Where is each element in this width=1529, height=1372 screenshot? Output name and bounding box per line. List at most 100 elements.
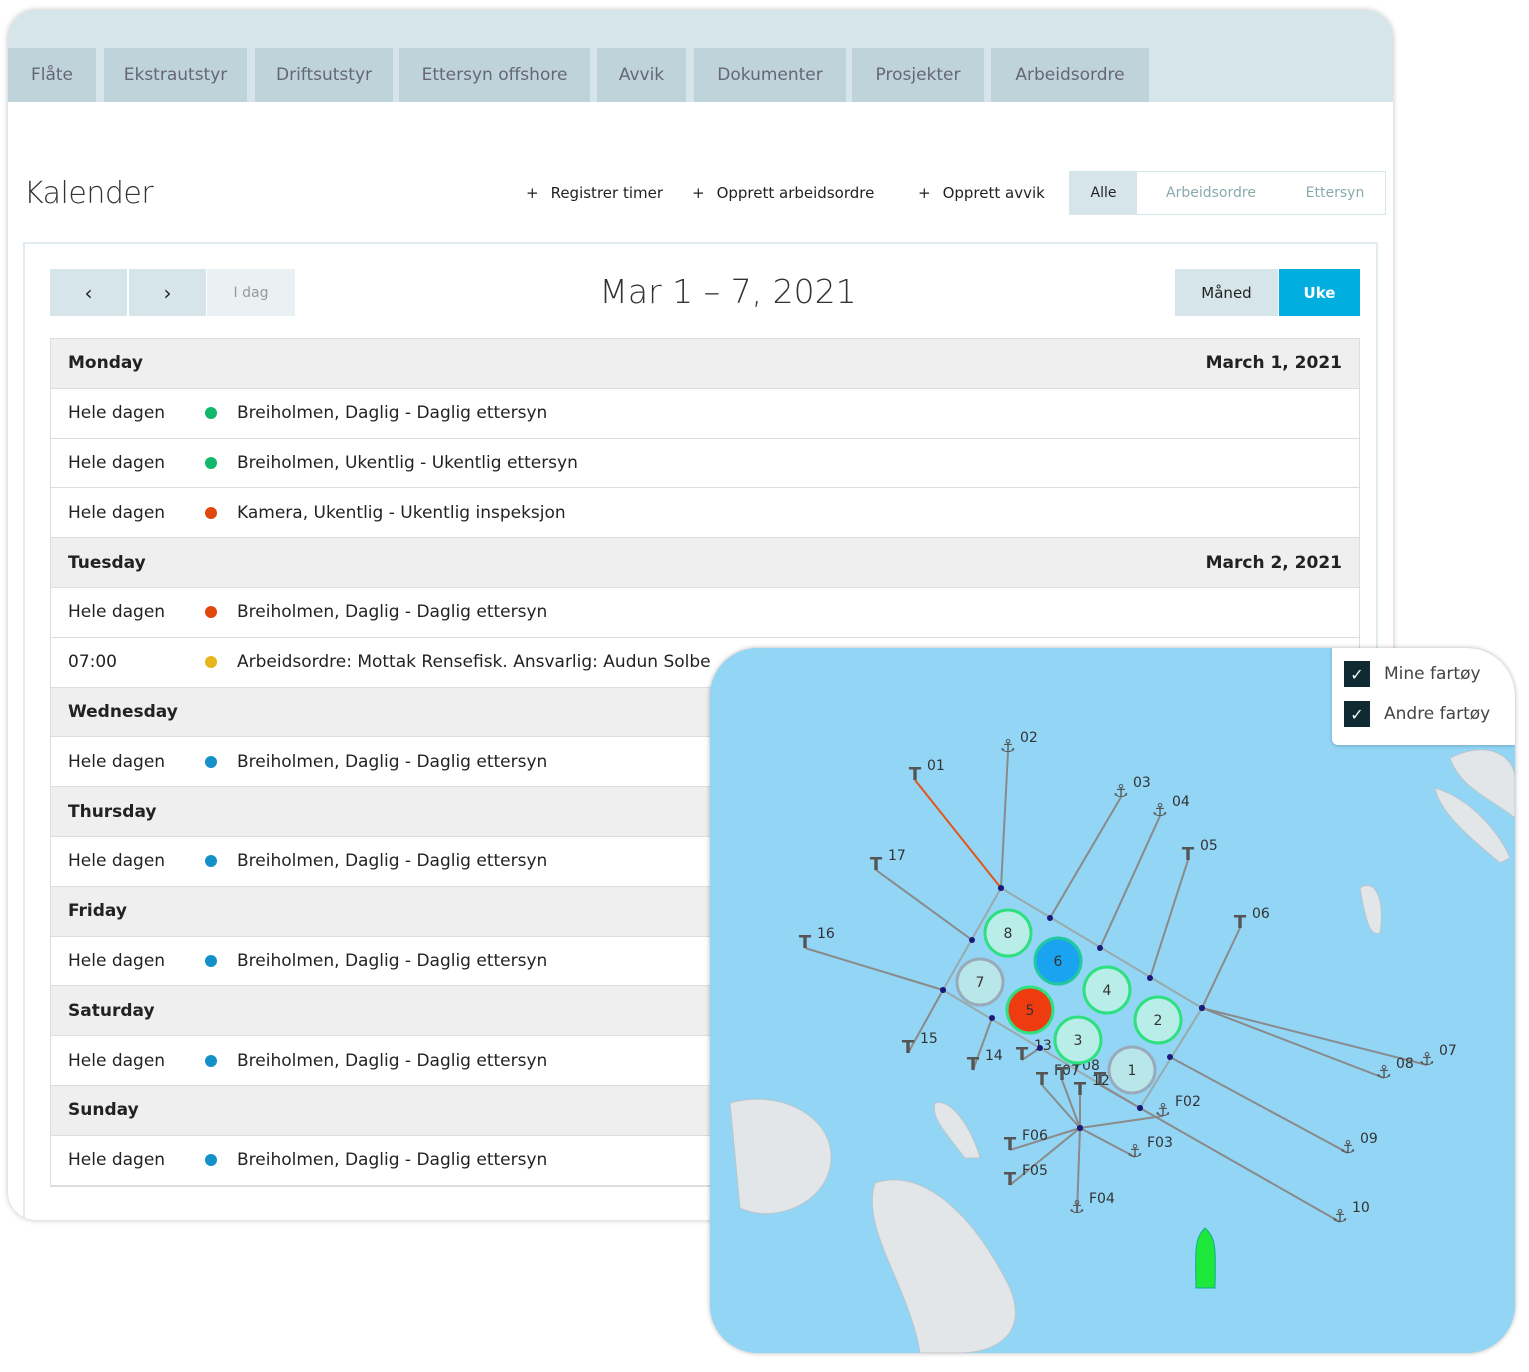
anchor-icon[interactable]: ⚓ xyxy=(1340,1137,1356,1158)
mooring-node xyxy=(1137,1105,1143,1111)
mooring-node xyxy=(1167,1054,1173,1060)
calendar-event[interactable]: Hele dagen Breiholmen, Daglig - Daglig et… xyxy=(51,389,1359,439)
next-week-button[interactable]: › xyxy=(129,269,206,316)
buoy-icon[interactable]: T xyxy=(1004,1169,1017,1190)
checkbox-checked-icon[interactable]: ✓ xyxy=(1344,661,1370,687)
plus-icon: + xyxy=(692,184,705,202)
site-map[interactable]: T 01 ⚓ 02 ⚓ 03 ⚓ 04 T 05 T 06 ⚓ 07 ⚓ 08 ⚓ 09 ⚓ 10 T 16 T 17 T 15 T… xyxy=(710,648,1515,1353)
anchor-label: 13 xyxy=(1034,1038,1052,1054)
anchor-label: 17 xyxy=(888,848,906,864)
today-button[interactable]: I dag xyxy=(207,269,295,316)
buoy-icon[interactable]: T xyxy=(1004,1134,1017,1155)
anchor-label: F04 xyxy=(1089,1191,1115,1207)
event-title: Breiholmen, Daglig - Daglig ettersyn xyxy=(237,851,548,872)
tab-5[interactable]: Dokumenter xyxy=(694,48,846,102)
buoy-icon[interactable]: T xyxy=(1074,1079,1087,1100)
mooring-line xyxy=(1149,859,1189,979)
filter-0[interactable]: Alle xyxy=(1070,172,1137,214)
buoy-icon[interactable]: T xyxy=(1056,1064,1069,1085)
anchor-label: 06 xyxy=(1252,906,1270,922)
anchor-label: 07 xyxy=(1439,1043,1457,1059)
main-tabs: Flåte Ekstrautstyr Driftsutstyr Ettersyn of… xyxy=(8,10,1393,102)
legend-other-vessels[interactable]: ✓ Andre fartøy xyxy=(1344,701,1490,727)
tab-0[interactable]: Flåte xyxy=(8,48,96,102)
anchor-icon[interactable]: ⚓ xyxy=(1069,1197,1085,1218)
anchor-label: F06 xyxy=(1022,1128,1048,1144)
prev-week-button[interactable]: ‹ xyxy=(50,269,127,316)
filter-1[interactable]: Arbeidsordre xyxy=(1137,172,1285,214)
event-title: Breiholmen, Daglig - Daglig ettersyn xyxy=(237,403,548,424)
filter-2[interactable]: Ettersyn xyxy=(1285,172,1385,214)
calendar-event[interactable]: Hele dagen Kamera, Ukentlig - Ukentlig in… xyxy=(51,488,1359,539)
day-header: Tuesday March 2, 2021 xyxy=(51,538,1359,588)
anchor-label: 10 xyxy=(1352,1200,1370,1216)
status-dot-icon xyxy=(205,755,217,768)
tab-3[interactable]: Ettersyn offshore xyxy=(399,48,590,102)
day-header: Monday March 1, 2021 xyxy=(51,339,1359,389)
calendar-event[interactable]: Hele dagen Breiholmen, Ukentlig - Ukentli… xyxy=(51,439,1359,489)
status-dot-icon xyxy=(205,1154,217,1167)
buoy-icon[interactable]: T xyxy=(1234,912,1247,933)
anchor-label: 03 xyxy=(1133,775,1151,791)
tab-7[interactable]: Arbeidsordre xyxy=(991,48,1149,102)
event-time: Hele dagen xyxy=(68,751,166,772)
tab-6[interactable]: Prosjekter xyxy=(852,48,984,102)
action-button-1[interactable]: + Opprett arbeidsordre xyxy=(692,184,874,202)
action-button-0[interactable]: + Registrer timer xyxy=(526,184,663,202)
anchor-icon[interactable]: ⚓ xyxy=(1419,1049,1435,1070)
day-name: Saturday xyxy=(68,1000,155,1021)
view-week-button[interactable]: Uke xyxy=(1279,269,1360,316)
island-shape xyxy=(933,1102,981,1159)
calendar-event[interactable]: Hele dagen Breiholmen, Daglig - Daglig et… xyxy=(51,588,1359,638)
buoy-icon[interactable]: T xyxy=(1016,1044,1029,1065)
plus-icon: + xyxy=(526,184,539,202)
anchor-icon[interactable]: ⚓ xyxy=(1152,800,1168,821)
day-name: Sunday xyxy=(68,1100,139,1121)
anchor-label: 12 xyxy=(1092,1073,1110,1089)
vessel-icon[interactable] xyxy=(1195,1227,1216,1289)
action-label: Registrer timer xyxy=(550,184,663,202)
tab-2[interactable]: Driftsutstyr xyxy=(255,48,393,102)
status-dot-icon xyxy=(205,606,217,619)
view-month-button[interactable]: Måned xyxy=(1175,269,1278,316)
anchor-icon[interactable]: ⚓ xyxy=(1127,1141,1143,1162)
event-title: Breiholmen, Daglig - Daglig ettersyn xyxy=(237,1150,548,1171)
anchor-icon[interactable]: ⚓ xyxy=(1332,1206,1348,1227)
anchor-icon[interactable]: ⚓ xyxy=(1113,781,1129,802)
buoy-icon[interactable]: T xyxy=(870,854,883,875)
mooring-node xyxy=(1037,1045,1043,1051)
cage-label: 2 xyxy=(1154,1013,1163,1029)
event-time: Hele dagen xyxy=(68,851,166,872)
anchor-icon[interactable]: ⚓ xyxy=(1000,736,1016,757)
island-shape xyxy=(1359,885,1382,935)
event-time: 07:00 xyxy=(68,652,117,673)
buoy-icon[interactable]: T xyxy=(909,764,922,785)
buoy-icon[interactable]: T xyxy=(1182,844,1195,865)
mooring-node xyxy=(1147,975,1153,981)
buoy-icon[interactable]: T xyxy=(1036,1069,1049,1090)
cage-label: 1 xyxy=(1128,1063,1137,1079)
event-title: Breiholmen, Daglig - Daglig ettersyn xyxy=(237,950,548,971)
tab-4[interactable]: Avvik xyxy=(597,48,686,102)
buoy-icon[interactable]: T xyxy=(799,932,812,953)
anchor-icon[interactable]: ⚓ xyxy=(1155,1100,1171,1121)
buoy-icon[interactable]: T xyxy=(902,1037,915,1058)
buoy-icon[interactable]: T xyxy=(967,1054,980,1075)
day-name: Friday xyxy=(68,901,127,922)
day-name: Tuesday xyxy=(68,552,146,573)
checkbox-checked-icon[interactable]: ✓ xyxy=(1344,701,1370,727)
cage-label: 6 xyxy=(1054,954,1063,970)
map-canvas[interactable]: T 01⚓ 02⚓ 03⚓ 04T 05T 06⚓ 07⚓ 08⚓ 09⚓ 10T 16T 17T 15T… xyxy=(710,648,1515,1353)
legend-mine-vessels[interactable]: ✓ Mine fartøy xyxy=(1344,661,1481,687)
tab-1[interactable]: Ekstrautstyr xyxy=(104,48,247,102)
status-dot-icon xyxy=(205,855,217,868)
anchor-icon[interactable]: ⚓ xyxy=(1376,1062,1392,1083)
event-title: Breiholmen, Daglig - Daglig ettersyn xyxy=(237,1050,548,1071)
action-label: Opprett avvik xyxy=(942,184,1045,202)
cage-label: 3 xyxy=(1074,1033,1083,1049)
event-title: Arbeidsordre: Mottak Rensefisk. Ansvarli… xyxy=(237,652,711,673)
event-time: Hele dagen xyxy=(68,950,166,971)
mooring-line xyxy=(1201,1007,1428,1066)
filter-toggle: Alle Arbeidsordre Ettersyn xyxy=(1069,171,1386,215)
action-button-2[interactable]: + Opprett avvik xyxy=(918,184,1045,202)
